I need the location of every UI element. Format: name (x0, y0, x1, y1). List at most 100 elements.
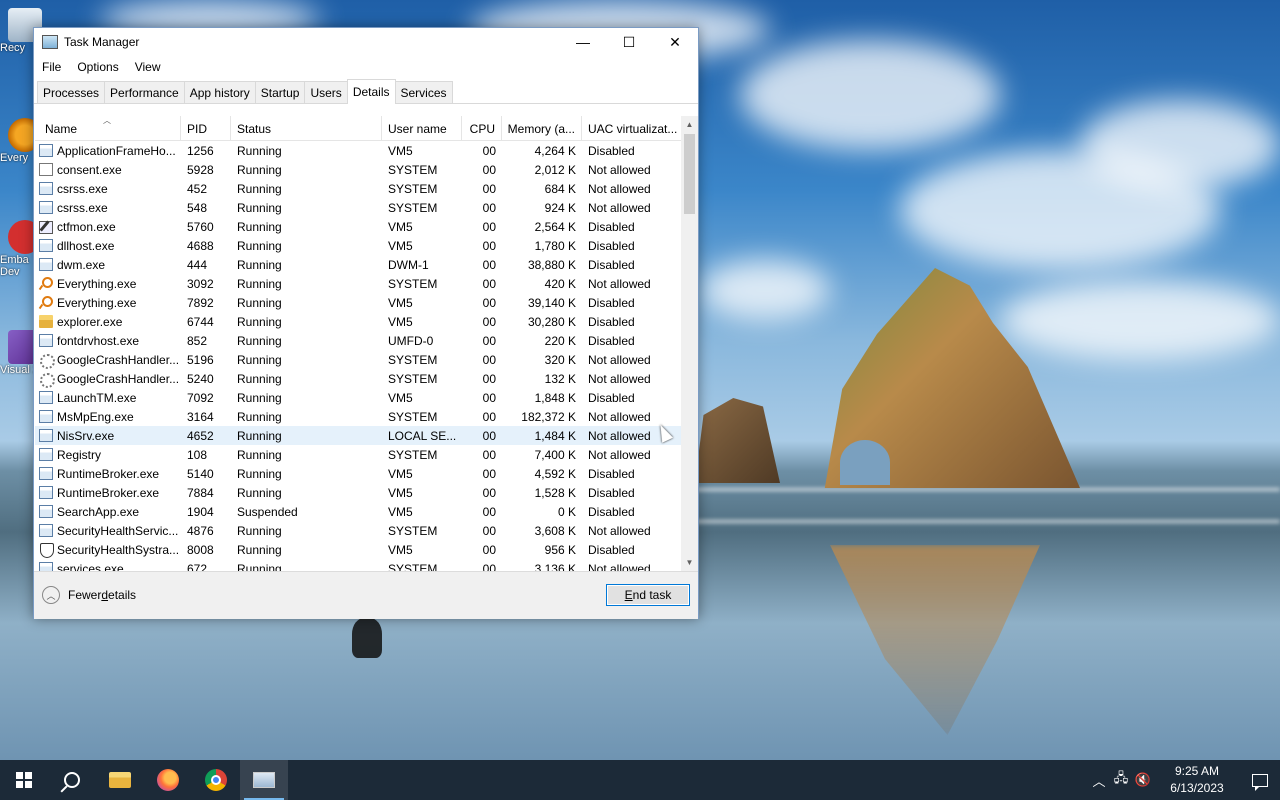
column-header-cpu[interactable]: CPU (462, 116, 502, 141)
minimize-button[interactable]: — (560, 28, 606, 56)
cell-user-name: DWM-1 (388, 257, 429, 272)
table-row[interactable]: GoogleCrashHandler... 5240 Running SYSTEM 00… (35, 369, 697, 388)
table-row[interactable]: dwm.exe 444 Running DWM-1 00 38,880 K Disabled (35, 255, 697, 274)
cell-memory: 132 K (544, 371, 576, 386)
table-row[interactable]: dllhost.exe 4688 Running VM5 00 1,780 K Disabl… (35, 236, 697, 255)
tab-processes[interactable]: Processes (37, 81, 106, 103)
tab-services[interactable]: Services (394, 81, 453, 103)
cell-user-name: SYSTEM (388, 181, 438, 196)
cell-uac: Disabled (588, 466, 635, 481)
cell-status: Running (237, 295, 282, 310)
maximize-button[interactable]: ☐ (606, 28, 652, 56)
table-row[interactable]: fontdrvhost.exe 852 Running UMFD-0 00 220 K Di… (35, 331, 697, 350)
column-header-status[interactable]: Status (231, 116, 382, 141)
tab-startup[interactable]: Startup (254, 81, 306, 103)
firefox-button[interactable] (144, 760, 192, 800)
task-manager-icon (42, 35, 58, 49)
menu-view[interactable]: View (133, 60, 169, 74)
table-row[interactable]: csrss.exe 452 Running SYSTEM 00 684 K Not allo… (35, 179, 697, 198)
tab-users[interactable]: Users (304, 81, 348, 103)
vertical-scrollbar[interactable]: ▲ ▼ (681, 116, 698, 571)
cell-name: GoogleCrashHandler... (35, 369, 181, 388)
cell-cpu: 00 (482, 238, 496, 253)
table-row[interactable]: Everything.exe 7892 Running VM5 00 39,140 K Di… (35, 293, 697, 312)
cell-memory: 956 K (544, 542, 576, 557)
cell-cpu: 00 (482, 542, 496, 557)
cell-pid: 8008 (187, 542, 214, 557)
cell-cpu: 00 (482, 200, 496, 215)
taskbar-clock[interactable]: 9:25 AM 6/13/2023 (1160, 763, 1234, 797)
table-row[interactable]: NisSrv.exe 4652 Running LOCAL SE... 00 1,484 … (35, 426, 697, 445)
column-header-memory[interactable]: Memory (a... (502, 116, 582, 141)
cell-pid: 7092 (187, 390, 214, 405)
table-row[interactable]: explorer.exe 6744 Running VM5 00 30,280 K Disa… (35, 312, 697, 331)
show-hidden-icons-chevron-icon[interactable]: ︿ (1088, 760, 1110, 800)
cell-cpu: 00 (482, 428, 496, 443)
network-icon[interactable]: 🖧 (1110, 760, 1132, 800)
table-row[interactable]: GoogleCrashHandler... 5196 Running SYSTEM 00… (35, 350, 697, 369)
column-header-pid[interactable]: PID (181, 116, 231, 141)
table-row[interactable]: RuntimeBroker.exe 7884 Running VM5 00 1,528 K… (35, 483, 697, 502)
cell-user-name: VM5 (388, 466, 413, 481)
small-rock (695, 398, 780, 483)
table-row[interactable]: SearchApp.exe 1904 Suspended VM5 00 0 K Disabl… (35, 502, 697, 521)
cell-pid: 5928 (187, 162, 214, 177)
scroll-up-arrow-icon[interactable]: ▲ (681, 116, 698, 133)
cell-memory: 924 K (544, 200, 576, 215)
table-row[interactable]: ApplicationFrameHo... 1256 Running VM5 00 4,2… (35, 141, 697, 160)
cell-cpu: 00 (482, 466, 496, 481)
menu-file[interactable]: File (40, 60, 69, 74)
cell-cpu: 00 (482, 333, 496, 348)
end-task-button[interactable]: End task (606, 584, 690, 606)
gear-icon (39, 372, 55, 388)
table-row[interactable]: MsMpEng.exe 3164 Running SYSTEM 00 182,372 K N… (35, 407, 697, 426)
cell-name: ctfmon.exe (35, 217, 181, 236)
title-bar[interactable]: Task Manager — ☐ ✕ (34, 28, 698, 56)
cell-pid: 444 (187, 257, 208, 272)
file-explorer-button[interactable] (96, 760, 144, 800)
cell-status: Running (237, 181, 282, 196)
table-row[interactable]: consent.exe 5928 Running SYSTEM 00 2,012 K Not… (35, 160, 697, 179)
fewer-details-button[interactable]: ︿ Fewer d etails (42, 586, 136, 604)
table-row[interactable]: SecurityHealthSystra... 8008 Running VM5 00 9… (35, 540, 697, 559)
table-row[interactable]: Registry 108 Running SYSTEM 00 7,400 K Not all… (35, 445, 697, 464)
scroll-thumb[interactable] (684, 134, 695, 214)
column-header-user-name[interactable]: User name (382, 116, 462, 141)
action-center-button[interactable] (1240, 760, 1280, 800)
sort-ascending-icon: ︿ (103, 116, 111, 125)
cell-memory: 420 K (544, 276, 576, 291)
blank-window-icon (39, 163, 53, 176)
cell-status: Running (237, 143, 282, 158)
table-row[interactable]: services.exe 672 Running SYSTEM 00 3,136 K Not… (35, 559, 697, 571)
tab-details[interactable]: Details (346, 79, 396, 104)
notification-icon (1252, 773, 1268, 791)
chrome-button[interactable] (192, 760, 240, 800)
cell-uac: Disabled (588, 485, 635, 500)
menu-bar: File Options View (34, 56, 698, 78)
table-row[interactable]: SecurityHealthServic... 4876 Running SYSTEM… (35, 521, 697, 540)
tab-performance[interactable]: Performance (104, 81, 185, 103)
tab-app-history[interactable]: App history (183, 81, 256, 103)
table-row[interactable]: csrss.exe 548 Running SYSTEM 00 924 K Not allo… (35, 198, 697, 217)
cell-status: Running (237, 390, 282, 405)
scroll-down-arrow-icon[interactable]: ▼ (681, 554, 698, 571)
close-button[interactable]: ✕ (652, 28, 698, 56)
cell-name: NisSrv.exe (35, 426, 181, 445)
cell-user-name: VM5 (388, 542, 413, 557)
cell-uac: Disabled (588, 219, 635, 234)
table-row[interactable]: ctfmon.exe 5760 Running VM5 00 2,564 K Disable… (35, 217, 697, 236)
start-button[interactable] (0, 760, 48, 800)
menu-options[interactable]: Options (75, 60, 126, 74)
volume-muted-icon[interactable]: 🔇 (1132, 760, 1154, 800)
cell-cpu: 00 (482, 219, 496, 234)
cell-status: Running (237, 219, 282, 234)
table-row[interactable]: LaunchTM.exe 7092 Running VM5 00 1,848 K Disab… (35, 388, 697, 407)
task-manager-taskbar-button[interactable] (240, 760, 288, 800)
table-row[interactable]: RuntimeBroker.exe 5140 Running VM5 00 4,592 K… (35, 464, 697, 483)
cell-memory: 182,372 K (521, 409, 576, 424)
search-button[interactable] (48, 760, 96, 800)
column-header-uac-virtualization[interactable]: UAC virtualizat... (582, 116, 682, 141)
cell-user-name: VM5 (388, 238, 413, 253)
table-row[interactable]: Everything.exe 3092 Running SYSTEM 00 420 K No… (35, 274, 697, 293)
cell-pid: 672 (187, 561, 208, 572)
